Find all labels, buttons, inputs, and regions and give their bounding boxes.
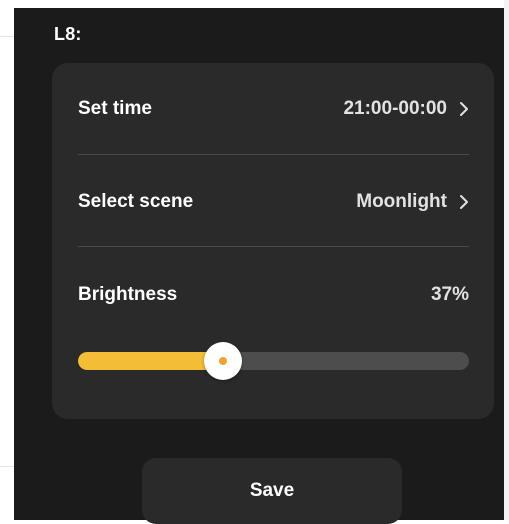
chevron-right-icon [460, 195, 468, 209]
device-screen: L8: Set time 21:00-00:00 Select scene Mo… [14, 8, 504, 524]
row-divider [78, 246, 469, 247]
settings-card: Set time 21:00-00:00 Select scene Moonli… [52, 63, 494, 419]
section-title: L8: [54, 24, 82, 44]
edge-divider [0, 36, 14, 37]
chevron-right-icon [460, 102, 468, 116]
brightness-value: 37% [430, 284, 469, 305]
brightness-header: Brightness 37% [78, 273, 469, 317]
select-scene-label: Select scene [78, 191, 194, 212]
brightness-slider[interactable] [78, 341, 469, 381]
row-divider [78, 154, 469, 155]
save-button[interactable]: Save [142, 458, 402, 524]
edge-divider [0, 466, 14, 467]
right-edge-background [504, 0, 509, 520]
slider-thumb-dot [219, 357, 227, 365]
left-edge-background [0, 0, 14, 520]
slider-track[interactable] [78, 352, 469, 370]
set-time-row[interactable]: Set time 21:00-00:00 [78, 87, 469, 131]
set-time-label: Set time [78, 98, 152, 119]
set-time-value-group: 21:00-00:00 [343, 98, 469, 120]
slider-thumb[interactable] [204, 342, 242, 380]
select-scene-row[interactable]: Select scene Moonlight [78, 180, 469, 224]
brightness-label: Brightness [78, 284, 178, 305]
select-scene-value-group: Moonlight [356, 191, 469, 213]
select-scene-value: Moonlight [356, 191, 447, 212]
slider-fill [78, 352, 223, 370]
set-time-value: 21:00-00:00 [343, 98, 447, 119]
